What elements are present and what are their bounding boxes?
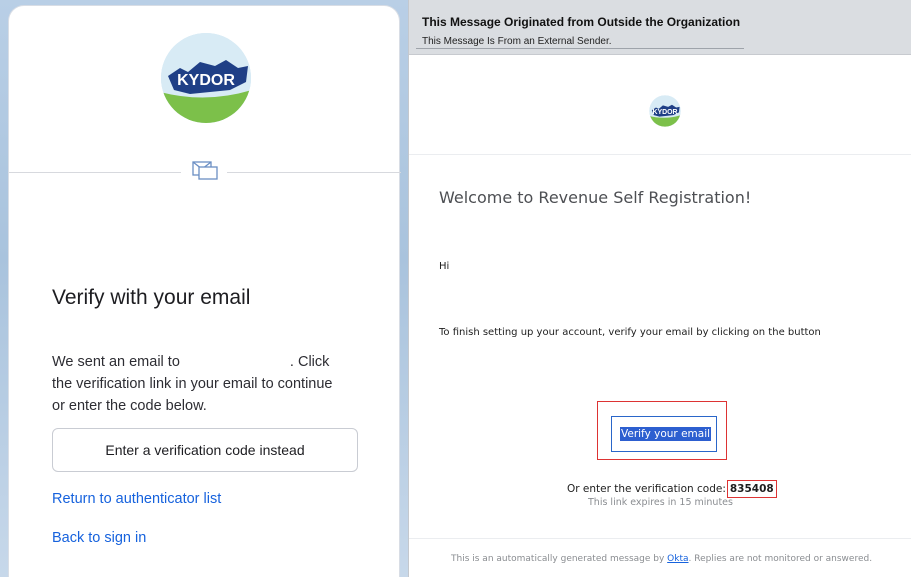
verify-email-button-label: Verify your email (620, 427, 712, 441)
divider (9, 172, 181, 173)
desc-text: the verification link in your email to c… (52, 376, 333, 392)
svg-text:KYDOR: KYDOR (177, 72, 235, 89)
code-prefix: Or enter the verification code: (567, 483, 726, 495)
greeting-text: Hi (439, 261, 450, 272)
kydor-logo: KYDOR (649, 95, 681, 127)
desc-text: or enter the code below. (52, 398, 207, 414)
divider (409, 154, 911, 155)
back-to-sign-in-link[interactable]: Back to sign in (52, 530, 146, 546)
envelope-icon (191, 158, 219, 182)
email-footer: This is an automatically generated messa… (451, 554, 872, 564)
kydor-logo: KYDOR (160, 32, 252, 124)
footer-text: This is an automatically generated messa… (451, 554, 665, 564)
desc-text: We sent an email to (52, 354, 180, 370)
enter-code-button[interactable]: Enter a verification code instead (52, 428, 358, 472)
desc-text: . Click (289, 354, 330, 370)
email-view: This Message Originated from Outside the… (408, 0, 911, 577)
instructions-text: We sent an email to . Click the verifica… (52, 351, 372, 417)
divider (409, 538, 911, 539)
okta-link[interactable]: Okta (667, 554, 688, 564)
return-to-authenticator-list-link[interactable]: Return to authenticator list (52, 491, 221, 507)
verify-email-button[interactable]: Verify your email (611, 416, 717, 452)
banner-subtitle: This Message Is From an External Sender. (422, 36, 612, 47)
verify-email-card: KYDOR Verify with your email We sent an … (8, 5, 401, 577)
page-title: Verify with your email (52, 286, 251, 309)
divider (416, 48, 744, 49)
external-sender-banner: This Message Originated from Outside the… (409, 0, 911, 55)
svg-text:KYDOR: KYDOR (652, 109, 677, 116)
verification-code-line: Or enter the verification code: 835408 (567, 480, 777, 498)
verification-code: 835408 (726, 480, 777, 498)
expiry-text: This link expires in 15 minutes (588, 497, 733, 508)
banner-title: This Message Originated from Outside the… (422, 15, 741, 29)
footer-text: . Replies are not monitored or answered. (688, 554, 873, 564)
email-heading: Welcome to Revenue Self Registration! (439, 188, 752, 207)
instruction-text: To finish setting up your account, verif… (439, 327, 821, 338)
divider (227, 172, 401, 173)
